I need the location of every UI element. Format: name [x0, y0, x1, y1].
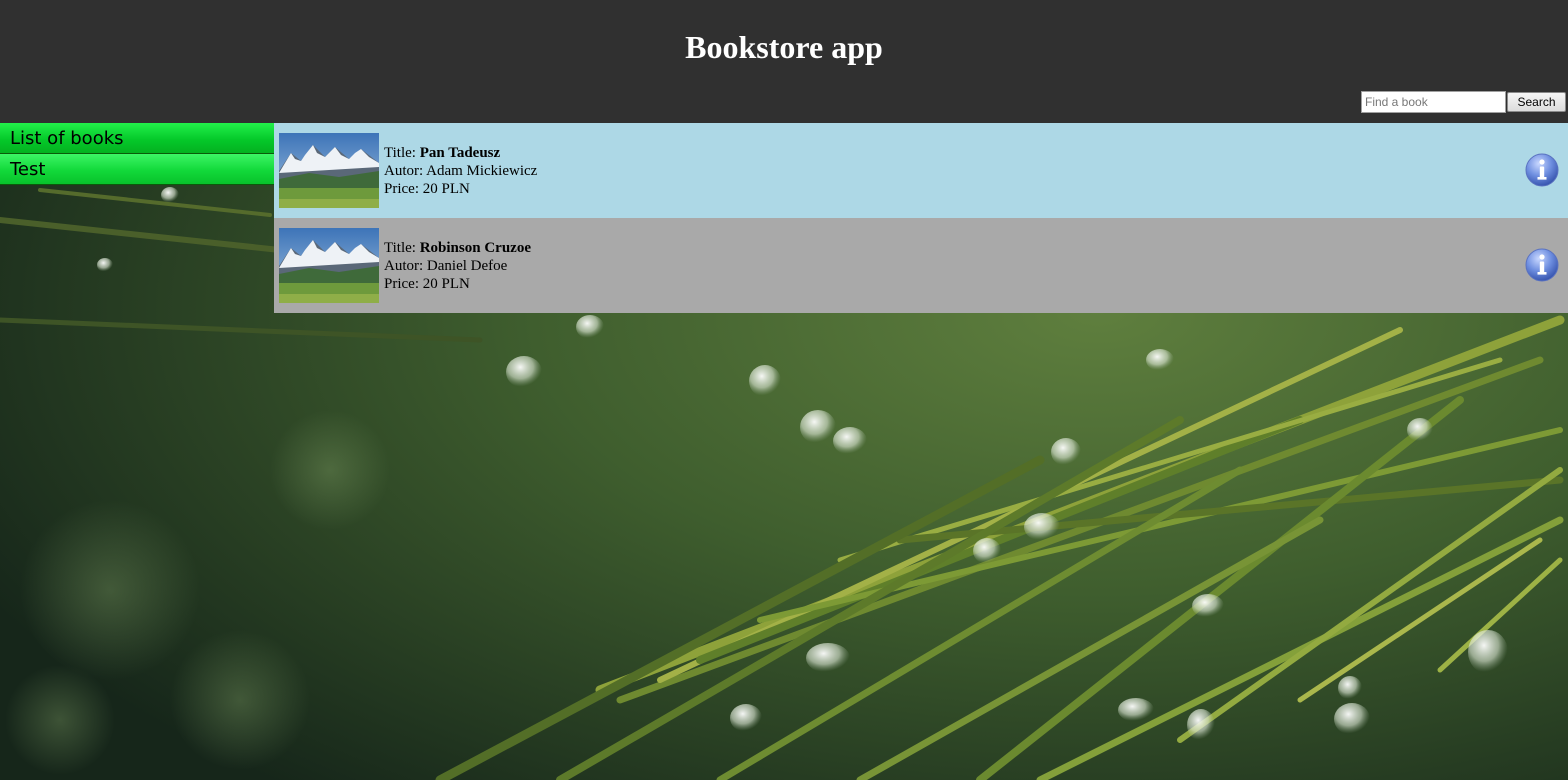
search-bar: Search: [1361, 91, 1566, 113]
sidebar-item-list-of-books[interactable]: List of books: [0, 123, 274, 154]
book-list: Title: Pan Tadeusz Autor: Adam Mickiewic…: [274, 123, 1568, 313]
app-title: Bookstore app: [685, 29, 883, 65]
author-label: Autor:: [384, 163, 424, 179]
book-list-item[interactable]: Title: Robinson Cruzoe Autor: Daniel Def…: [274, 218, 1568, 313]
title-label: Title:: [384, 145, 416, 161]
price-label: Price:: [384, 276, 419, 292]
book-title-line: Title: Robinson Cruzoe: [384, 239, 531, 257]
book-details: Title: Robinson Cruzoe Autor: Daniel Def…: [384, 239, 531, 293]
book-author: Adam Mickiewicz: [426, 163, 538, 179]
book-thumbnail-image: [279, 228, 379, 303]
book-list-item[interactable]: Title: Pan Tadeusz Autor: Adam Mickiewic…: [274, 123, 1568, 218]
book-author-line: Autor: Daniel Defoe: [384, 257, 531, 275]
book-author: Daniel Defoe: [426, 258, 508, 274]
book-thumbnail-image: [279, 133, 379, 208]
title-label: Title:: [384, 240, 416, 256]
sidebar-item-test[interactable]: Test: [0, 154, 274, 185]
book-title: Robinson Cruzoe: [419, 240, 531, 256]
author-label: Autor:: [384, 258, 424, 274]
search-button[interactable]: Search: [1507, 92, 1566, 112]
book-author-line: Autor: Adam Mickiewicz: [384, 162, 537, 180]
price-label: Price:: [384, 181, 419, 197]
book-price: 20 PLN: [422, 276, 470, 292]
search-input[interactable]: [1361, 91, 1506, 113]
book-title-line: Title: Pan Tadeusz: [384, 144, 537, 162]
book-price: 20 PLN: [422, 181, 470, 197]
app-header: Bookstore app Search: [0, 0, 1568, 123]
book-details: Title: Pan Tadeusz Autor: Adam Mickiewic…: [384, 144, 537, 198]
info-icon[interactable]: [1525, 248, 1559, 282]
book-price-line: Price: 20 PLN: [384, 180, 537, 198]
sidebar-nav: List of books Test: [0, 123, 274, 185]
book-title: Pan Tadeusz: [419, 145, 501, 161]
info-icon[interactable]: [1525, 153, 1559, 187]
book-price-line: Price: 20 PLN: [384, 275, 531, 293]
